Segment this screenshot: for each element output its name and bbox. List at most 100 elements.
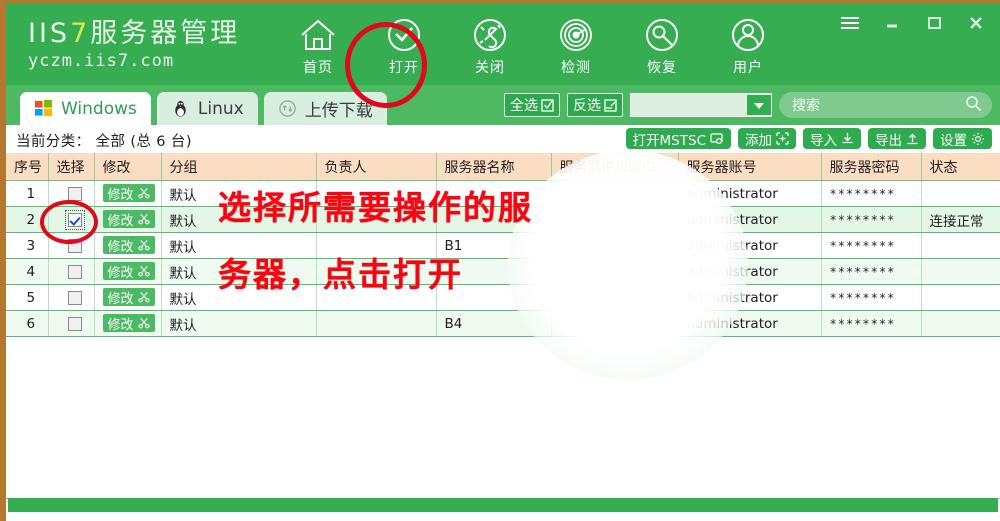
maximize-button[interactable]	[922, 13, 948, 35]
tab-label-windows: Windows	[61, 98, 137, 119]
menu-button[interactable]	[838, 13, 864, 35]
toolbar-label-user: 用户	[733, 60, 763, 76]
table-row[interactable]: 2 修改 默认 administrator ******** 连接正常	[6, 206, 1000, 233]
select-all-button[interactable]: 全选	[504, 93, 560, 117]
cell-modify[interactable]: 修改	[94, 284, 162, 311]
modify-button[interactable]: 修改	[102, 184, 155, 203]
col-select[interactable]: 选择	[48, 153, 95, 181]
modify-button[interactable]: 修改	[102, 210, 155, 229]
export-label: 导出	[875, 132, 902, 149]
app-title: IIS7服务器管理	[28, 19, 240, 49]
cell-group: 默认	[161, 310, 317, 337]
col-server-account[interactable]: 服务器账号	[678, 153, 822, 181]
cell-select[interactable]	[48, 310, 95, 337]
invert-select-button[interactable]: 反选	[567, 93, 623, 117]
col-owner[interactable]: 负责人	[316, 153, 437, 181]
cell-server-account: administrator	[678, 232, 822, 259]
cell-status: 连接正常	[921, 206, 1000, 233]
col-index[interactable]: 序号	[6, 153, 49, 181]
tab-upload-download[interactable]: 上传下载	[263, 92, 387, 125]
modify-button[interactable]: 修改	[102, 288, 155, 307]
export-button[interactable]: 导出	[868, 128, 926, 149]
search-input[interactable]: 搜索	[779, 92, 992, 118]
cell-server-account: administrator	[678, 258, 822, 285]
cell-select[interactable]	[48, 258, 95, 285]
cell-server-ip-port	[551, 310, 679, 337]
open-mstsc-button[interactable]: 打开MSTSC	[625, 128, 731, 149]
minimize-button[interactable]	[880, 13, 906, 35]
cell-select[interactable]	[48, 232, 95, 259]
toolbar-item-close[interactable]: 关闭	[463, 13, 517, 83]
download-arrow-icon	[841, 132, 854, 145]
cell-modify[interactable]: 修改	[94, 180, 162, 207]
search-icon[interactable]	[965, 95, 982, 116]
open-mstsc-label: 打开MSTSC	[632, 132, 706, 149]
col-server-ip-port[interactable]: 服务器IP和端口	[551, 153, 679, 181]
table-row[interactable]: 5 修改 默认 administrator ********	[6, 284, 1000, 311]
cell-group: 默认	[161, 284, 317, 311]
col-server-name[interactable]: 服务器名称	[436, 153, 552, 181]
main-toolbar: 首页 打开 关闭 检测 恢复 用户	[291, 13, 775, 83]
toolbar-label-detect: 检测	[561, 60, 591, 76]
cell-modify[interactable]: 修改	[94, 206, 162, 233]
status-bar	[8, 498, 998, 512]
toolbar-item-detect[interactable]: 检测	[549, 13, 603, 83]
tab-linux[interactable]: Linux	[156, 92, 258, 125]
row-checkbox[interactable]	[68, 238, 82, 253]
upload-arrow-icon	[906, 132, 919, 145]
cell-modify[interactable]: 修改	[94, 232, 162, 259]
windows-logo-icon	[34, 99, 53, 118]
table-row[interactable]: 1 修改 默认 administrator ********	[6, 180, 1000, 207]
modify-button[interactable]: 修改	[102, 236, 155, 255]
toolbar-item-open[interactable]: 打开	[377, 13, 431, 83]
server-table-container: 序号 选择 修改 分组 负责人 服务器名称 服务器IP和端口 服务器账号 服务器…	[6, 153, 1000, 499]
col-server-password[interactable]: 服务器密码	[821, 153, 922, 181]
import-label: 导入	[810, 132, 837, 149]
cell-server-ip-port	[551, 206, 679, 233]
toolbar-item-user[interactable]: 用户	[721, 13, 775, 83]
cell-select[interactable]	[48, 180, 95, 207]
restore-wrench-icon	[640, 13, 684, 57]
cell-server-account: administrator	[678, 284, 822, 311]
cell-modify[interactable]: 修改	[94, 258, 162, 285]
table-header-row: 序号 选择 修改 分组 负责人 服务器名称 服务器IP和端口 服务器账号 服务器…	[6, 153, 1000, 181]
col-status[interactable]: 状态	[921, 153, 1000, 181]
table-row[interactable]: 3 修改 默认 B1 administrator ********	[6, 232, 1000, 259]
cell-server-password: ********	[821, 180, 922, 207]
modify-button[interactable]: 修改	[102, 262, 155, 281]
modify-button[interactable]: 修改	[102, 314, 155, 333]
tabbar-right-controls: 全选 反选 搜索	[504, 92, 992, 118]
import-button[interactable]: 导入	[803, 128, 861, 149]
group-filter-select[interactable]	[630, 93, 772, 117]
cell-server-password: ********	[821, 206, 922, 233]
row-checkbox[interactable]	[68, 316, 82, 331]
cell-index: 2	[6, 206, 49, 233]
toolbar-item-home[interactable]: 首页	[291, 13, 345, 83]
cell-select[interactable]	[48, 206, 95, 233]
add-button[interactable]: 添加	[738, 128, 796, 149]
modify-label: 修改	[107, 317, 134, 333]
chevron-down-icon[interactable]	[747, 95, 771, 115]
row-checkbox[interactable]	[68, 186, 82, 201]
add-label: 添加	[745, 132, 772, 149]
invert-select-label: 反选	[573, 98, 601, 114]
cell-select[interactable]	[48, 284, 95, 311]
table-row[interactable]: 6 修改 默认 B4 administrator ********	[6, 310, 1000, 337]
cell-modify[interactable]: 修改	[94, 310, 162, 337]
col-group[interactable]: 分组	[161, 153, 317, 181]
select-all-label: 全选	[510, 98, 538, 114]
tab-windows[interactable]: Windows	[20, 92, 151, 125]
row-checkbox[interactable]	[65, 209, 85, 230]
table-row[interactable]: 4 修改 默认 administrator ********	[6, 258, 1000, 285]
cell-server-name	[436, 180, 552, 207]
col-modify[interactable]: 修改	[94, 153, 162, 181]
scissors-icon	[137, 317, 150, 329]
cell-status	[921, 232, 1000, 259]
toolbar-item-restore[interactable]: 恢复	[635, 13, 689, 83]
cell-status	[921, 258, 1000, 285]
settings-button[interactable]: 设置	[933, 128, 992, 149]
row-checkbox[interactable]	[68, 290, 82, 305]
close-button[interactable]	[964, 13, 990, 35]
table-body: 1 修改 默认 administrator ******** 2 修改 默认 administr…	[6, 180, 1000, 337]
row-checkbox[interactable]	[68, 264, 82, 279]
